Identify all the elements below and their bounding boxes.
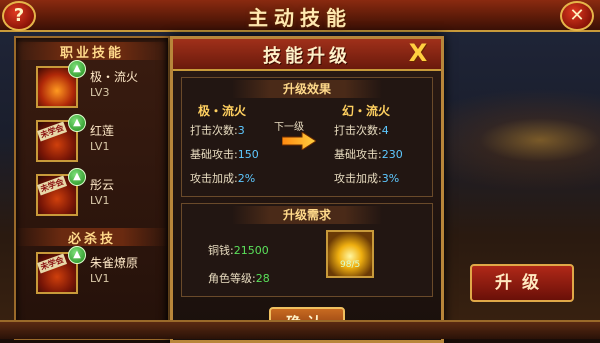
skill-name: 极・流火 xyxy=(90,70,139,84)
current-skill-name: 极・流火 xyxy=(198,104,247,118)
help-button[interactable]: ? xyxy=(2,1,36,31)
skill-level: LV1 xyxy=(90,140,110,153)
dialog-title: 技能升级 xyxy=(263,46,351,67)
next-skill-name: 幻・流火 xyxy=(342,104,391,118)
not-learned-tag: 未学会 xyxy=(36,175,68,196)
current-hits: 打击次数:3 xyxy=(190,124,245,137)
skill-name: 红莲 xyxy=(90,124,115,138)
section-professional-skills: 职业技能 xyxy=(16,42,168,61)
skill-row-zhuque[interactable]: 未学会 ▲ 朱雀燎原 LV1 xyxy=(16,246,168,300)
arrow-right-icon xyxy=(282,132,316,150)
skill-level: LV3 xyxy=(90,86,110,99)
upgrade-button[interactable]: 升级 xyxy=(470,264,574,302)
upgrade-arrow-icon: ▲ xyxy=(68,246,86,264)
bottom-bar xyxy=(0,320,600,339)
skill-row-liuhuo[interactable]: ▲ 极・流火 LV3 xyxy=(16,60,168,114)
next-hits: 打击次数:4 xyxy=(334,124,389,137)
page-title: 主动技能 xyxy=(248,6,352,30)
skill-upgrade-dialog: 技能升级 X 升级效果 极・流火 打击次数:3 基础攻击:150 攻击加成:2%… xyxy=(170,36,444,343)
skill-list-panel: 职业技能 ▲ 极・流火 LV3 未学会 ▲ 红莲 LV1 未学会 ▲ 彤云 LV… xyxy=(14,36,170,340)
current-attack-bonus: 攻击加成:2% xyxy=(190,172,256,185)
next-base-attack: 基础攻击:230 xyxy=(334,148,403,161)
skill-level: LV1 xyxy=(90,272,110,285)
section-ultimate-skills: 必杀技 xyxy=(16,228,168,247)
skill-row-honglian[interactable]: 未学会 ▲ 红莲 LV1 xyxy=(16,114,168,168)
skill-row-tongyun[interactable]: 未学会 ▲ 彤云 LV1 xyxy=(16,168,168,222)
level-requirement: 角色等级:28 xyxy=(208,272,270,285)
current-base-attack: 基础攻击:150 xyxy=(190,148,259,161)
skill-level: LV1 xyxy=(90,194,110,207)
upgrade-arrow-icon: ▲ xyxy=(68,60,86,78)
requirement-header: 升级需求 xyxy=(232,206,382,224)
skill-name: 朱雀燎原 xyxy=(90,256,139,270)
skill-name: 彤云 xyxy=(90,178,115,192)
effect-header: 升级效果 xyxy=(232,80,382,98)
next-attack-bonus: 攻击加成:3% xyxy=(334,172,400,185)
upgrade-arrow-icon: ▲ xyxy=(68,114,86,132)
skill-book-item-icon[interactable]: 98/5 xyxy=(326,230,374,278)
next-level-label: 下一级 xyxy=(274,122,304,133)
not-learned-tag: 未学会 xyxy=(36,253,68,274)
upgrade-requirement-box: 升级需求 铜钱:21500 角色等级:28 98/5 xyxy=(181,203,433,297)
close-button[interactable]: ✕ xyxy=(560,1,594,31)
upgrade-effect-box: 升级效果 极・流火 打击次数:3 基础攻击:150 攻击加成:2% 下一级 幻・… xyxy=(181,77,433,197)
money-requirement: 铜钱:21500 xyxy=(208,244,269,257)
upgrade-arrow-icon: ▲ xyxy=(68,168,86,186)
item-count: 98/5 xyxy=(340,260,361,270)
dialog-close-button[interactable]: X xyxy=(405,41,431,65)
not-learned-tag: 未学会 xyxy=(36,121,68,142)
